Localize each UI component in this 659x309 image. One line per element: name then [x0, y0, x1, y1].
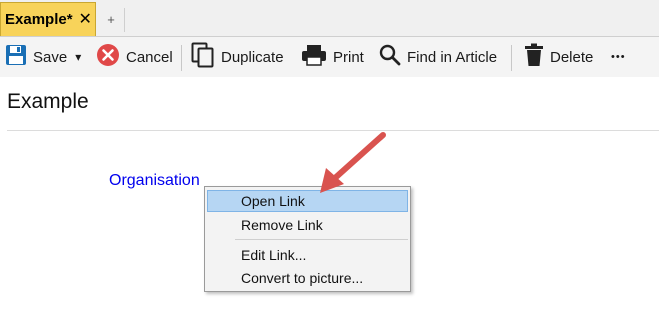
tab-bar: Example* ✕ + [0, 0, 659, 37]
find-in-article-button[interactable]: Find in Article [379, 37, 497, 77]
menu-divider [235, 239, 408, 240]
more-options-button[interactable]: ••• [611, 37, 626, 77]
toolbar: Save ▾ Cancel Duplicate Print Find in Ar… [0, 37, 659, 77]
find-label: Find in Article [407, 48, 498, 66]
print-button[interactable]: Print [301, 37, 364, 77]
duplicate-button[interactable]: Duplicate [191, 37, 284, 77]
cancel-button[interactable]: Cancel [96, 37, 173, 77]
title-divider [7, 130, 659, 131]
tab-label: Example* [5, 11, 73, 28]
search-icon [379, 44, 407, 70]
tab-example[interactable]: Example* ✕ [0, 2, 96, 36]
toolbar-divider [181, 45, 182, 71]
new-tab-button[interactable]: + [98, 8, 125, 32]
print-icon [301, 44, 333, 70]
toolbar-divider [511, 45, 512, 71]
menu-item-remove-link[interactable]: Remove Link [207, 214, 408, 236]
save-label: Save [33, 48, 68, 66]
delete-button[interactable]: Delete [524, 37, 593, 77]
menu-item-convert-to-picture[interactable]: Convert to picture... [207, 267, 408, 289]
trash-icon [524, 43, 550, 71]
menu-item-edit-link[interactable]: Edit Link... [207, 244, 408, 266]
cancel-icon [96, 43, 126, 71]
duplicate-label: Duplicate [221, 48, 284, 66]
cancel-label: Cancel [126, 48, 173, 66]
save-dropdown-icon[interactable]: ▾ [75, 50, 81, 64]
hyperlink[interactable]: Organisation [109, 172, 200, 190]
context-menu: Open Link Remove Link Edit Link... Conve… [204, 186, 411, 292]
duplicate-icon [191, 42, 221, 72]
delete-label: Delete [550, 48, 594, 66]
page-title: Example [7, 90, 89, 113]
print-label: Print [333, 48, 364, 66]
menu-item-open-link[interactable]: Open Link [207, 190, 408, 212]
close-icon[interactable]: ✕ [79, 11, 92, 28]
more-icon: ••• [611, 51, 626, 63]
save-icon [5, 44, 33, 70]
save-button[interactable]: Save ▾ [5, 37, 81, 77]
